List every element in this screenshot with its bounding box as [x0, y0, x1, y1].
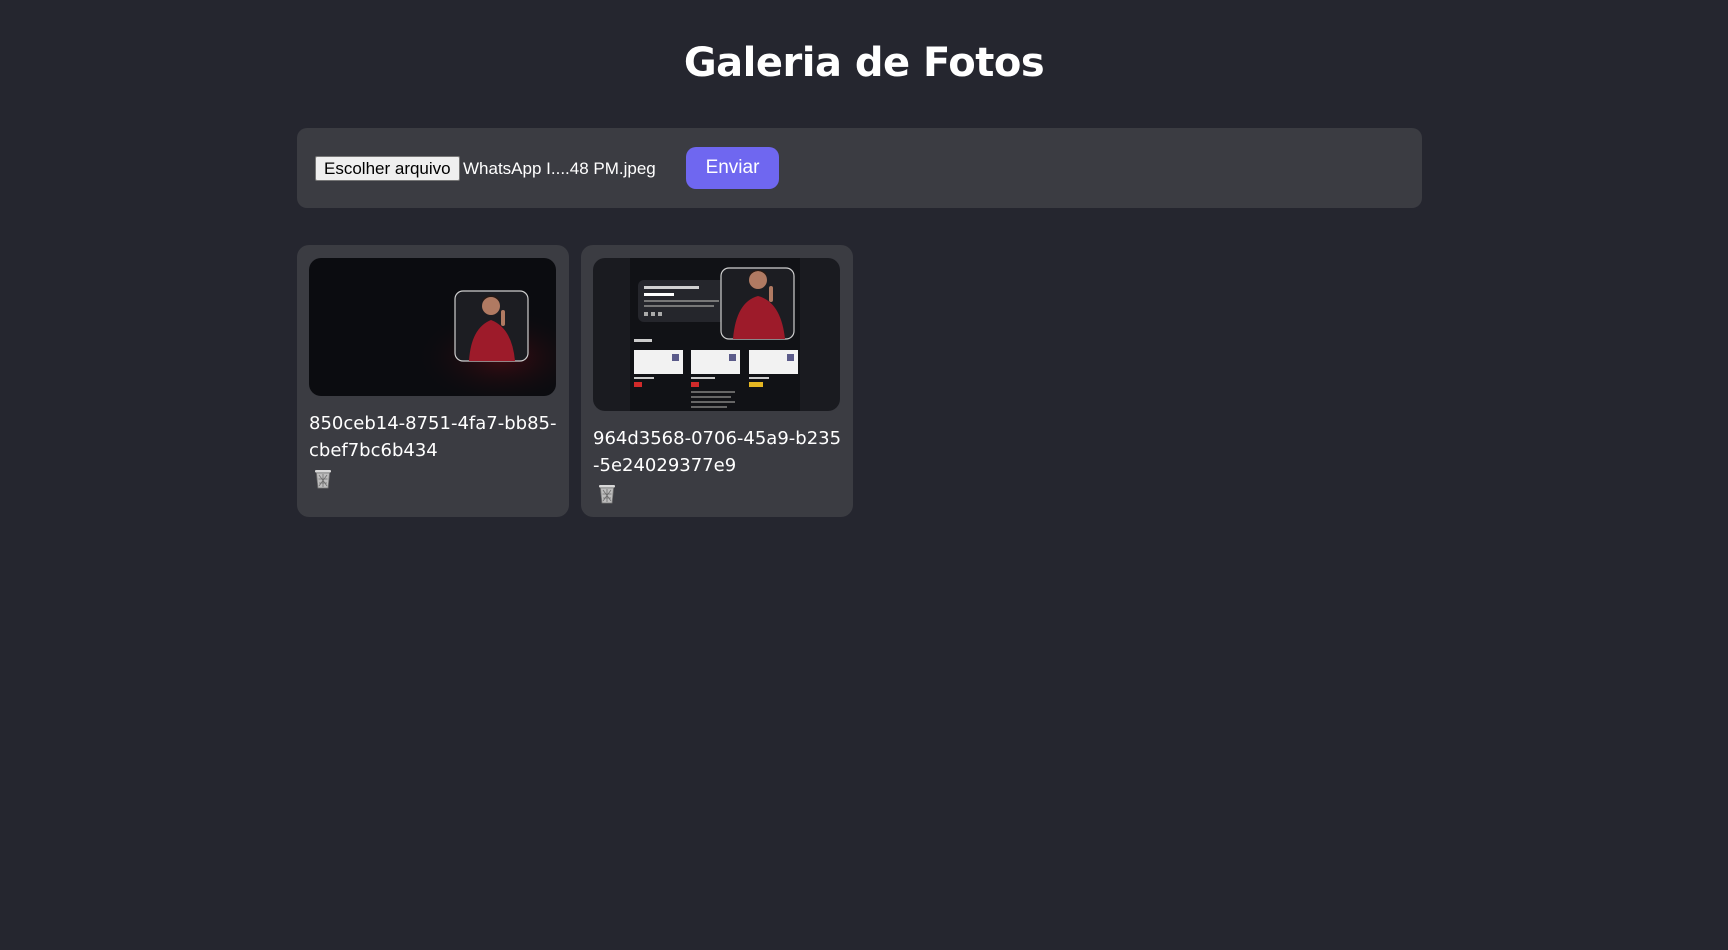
choose-file-button[interactable]: Escolher arquivo	[315, 156, 460, 181]
upload-form: Escolher arquivo WhatsApp I....48 PM.jpe…	[297, 128, 1422, 208]
photo-id: 964d3568-0706-45a9-b235-5e24029377e9	[593, 428, 842, 476]
photo-thumbnail	[309, 258, 556, 396]
photo-id: 850ceb14-8751-4fa7-bb85-cbef7bc6b434	[309, 413, 557, 461]
page-title: Galeria de Fotos	[683, 40, 1045, 86]
selected-file-name: WhatsApp I....48 PM.jpeg	[463, 159, 656, 178]
photo-card: 850ceb14-8751-4fa7-bb85-cbef7bc6b434	[297, 245, 569, 517]
photo-thumbnail	[593, 258, 840, 411]
submit-button[interactable]: Enviar	[686, 147, 779, 189]
photo-card: 964d3568-0706-45a9-b235-5e24029377e9	[581, 245, 853, 517]
trash-icon[interactable]	[311, 466, 335, 490]
trash-icon[interactable]	[595, 481, 619, 505]
